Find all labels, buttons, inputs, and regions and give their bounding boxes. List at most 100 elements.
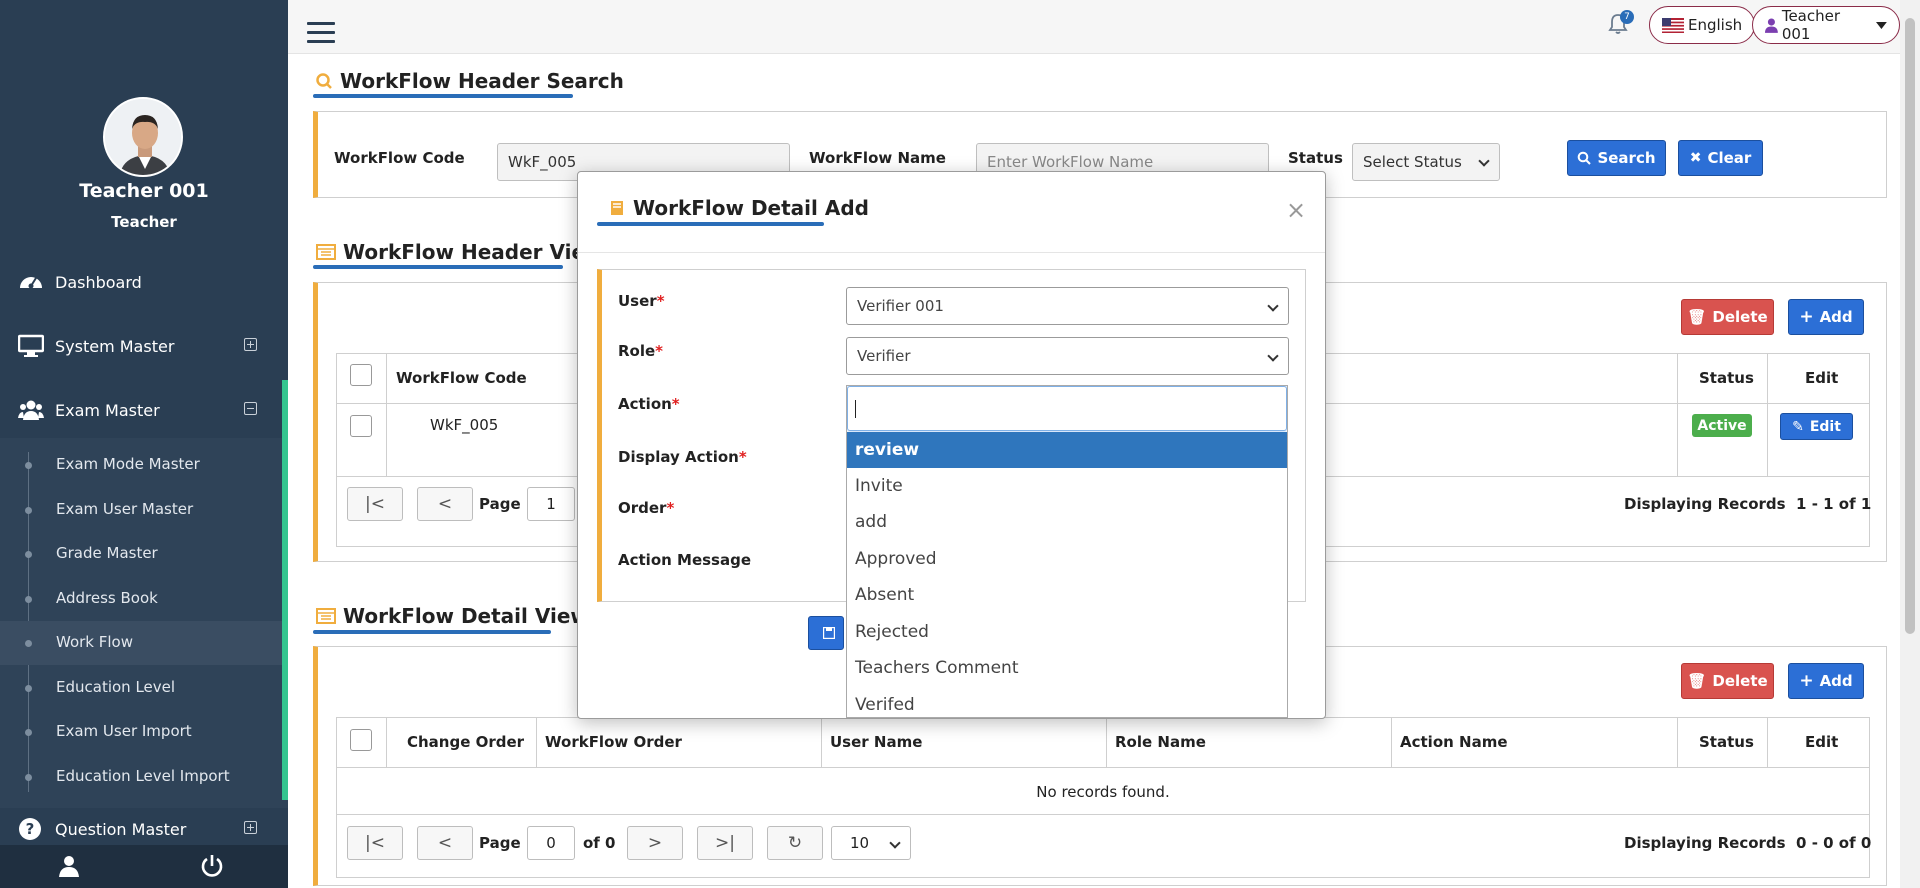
label-text: Action [618, 395, 672, 413]
action-option[interactable]: Absent [847, 577, 1287, 613]
page-number-input[interactable]: 0 [527, 826, 575, 860]
column-header-status: Status [1699, 733, 1754, 751]
action-option[interactable]: review [847, 432, 1287, 468]
plus-icon: + [1799, 671, 1814, 691]
table-divider [386, 354, 387, 476]
page-label: Page [479, 834, 521, 852]
label-text: Order [618, 499, 667, 517]
search-button[interactable]: Search [1567, 140, 1666, 176]
sidebar-item-label: System Master [55, 336, 175, 356]
submenu-item-work-flow[interactable]: Work Flow [0, 621, 282, 665]
action-option[interactable]: Teachers Comment [847, 650, 1287, 686]
section-title-text: WorkFlow Header Search [340, 69, 624, 93]
close-icon[interactable]: × [1286, 196, 1306, 224]
add-button-label: Add [1819, 672, 1853, 690]
action-option[interactable]: Invite [847, 468, 1287, 504]
modal-title-text: WorkFlow Detail Add [633, 196, 869, 220]
scrollbar-thumb[interactable] [1905, 18, 1915, 634]
column-header-edit: Edit [1805, 733, 1839, 751]
required-marker: * [671, 395, 680, 413]
table-divider [386, 718, 387, 767]
delete-button[interactable]: 🗑 Delete [1681, 299, 1774, 335]
add-button[interactable]: + Add [1788, 663, 1864, 699]
submenu-item-education-level-import[interactable]: Education Level Import [0, 755, 282, 799]
users-icon [18, 400, 44, 420]
chevron-down-icon [1478, 155, 1490, 167]
caret-down-icon [1876, 21, 1887, 29]
section-underline [313, 94, 573, 98]
header-view-section-title: WorkFlow Header View [316, 240, 603, 264]
submenu-item-exam-user-master[interactable]: Exam User Master [0, 488, 282, 532]
page-size-select[interactable]: 10 [831, 826, 911, 860]
notification-badge: 7 [1620, 10, 1634, 24]
refresh-icon[interactable]: ↻ [767, 826, 823, 860]
sidebar-item-dashboard[interactable]: Dashboard [0, 254, 288, 310]
save-button[interactable] [808, 616, 844, 650]
select-all-checkbox[interactable] [350, 364, 372, 386]
action-option[interactable]: add [847, 504, 1287, 540]
delete-button[interactable]: 🗑 Delete [1681, 663, 1774, 699]
prev-page-button[interactable]: < [417, 487, 473, 521]
last-page-button[interactable]: >| [697, 826, 753, 860]
first-page-button[interactable]: |< [347, 487, 403, 521]
page-number-input[interactable]: 1 [527, 487, 575, 521]
plus-icon: + [1799, 307, 1814, 327]
page-size-value: 10 [850, 834, 870, 852]
first-page-button[interactable]: |< [347, 826, 403, 860]
collapse-icon[interactable] [244, 402, 257, 415]
action-dropdown[interactable]: review Invite add Approved Absent Reject… [846, 385, 1288, 718]
role-select[interactable]: Verifier [846, 337, 1289, 375]
action-search-input[interactable] [847, 386, 1287, 431]
clear-button-label: Clear [1707, 149, 1752, 167]
row-checkbox[interactable] [350, 415, 372, 437]
add-button[interactable]: + Add [1788, 299, 1864, 335]
sidebar-footer [0, 845, 288, 888]
status-select-value: Select Status [1363, 153, 1462, 171]
action-option[interactable]: Verifed [847, 687, 1287, 717]
table-divider [1767, 718, 1768, 767]
action-option[interactable]: Approved [847, 541, 1287, 577]
column-header-action-name: Action Name [1400, 733, 1508, 751]
expand-icon[interactable] [244, 821, 257, 834]
action-field-label: Action* [618, 395, 680, 413]
submenu-item-exam-user-import[interactable]: Exam User Import [0, 710, 282, 754]
table-divider [1391, 718, 1392, 767]
chevron-down-icon [1267, 300, 1279, 312]
column-header-user-name: User Name [830, 733, 923, 751]
edit-button[interactable]: ✎ Edit [1780, 413, 1853, 440]
bullet-icon [25, 685, 32, 692]
next-page-button[interactable]: > [627, 826, 683, 860]
table-divider [337, 767, 1869, 768]
submenu-item-education-level[interactable]: Education Level [0, 666, 282, 710]
prev-page-button[interactable]: < [417, 826, 473, 860]
action-option[interactable]: Rejected [847, 614, 1287, 650]
delete-button-label: Delete [1712, 672, 1768, 690]
user-icon[interactable] [58, 855, 80, 877]
label-text: Role [618, 342, 656, 360]
action-message-field-label: Action Message [618, 551, 752, 569]
sidebar-item-exam-master[interactable]: Exam Master [0, 382, 288, 438]
submenu-item-exam-mode-master[interactable]: Exam Mode Master [0, 443, 282, 487]
status-select[interactable]: Select Status [1352, 143, 1500, 181]
user-select[interactable]: Verifier 001 [846, 287, 1289, 325]
select-all-checkbox[interactable] [350, 729, 372, 751]
language-selector[interactable]: English [1649, 6, 1756, 44]
power-icon[interactable] [200, 854, 224, 878]
column-header-workflow-order: WorkFlow Order [545, 733, 682, 751]
submenu-item-address-book[interactable]: Address Book [0, 577, 282, 621]
submenu-item-label: Grade Master [56, 544, 158, 562]
role-select-value: Verifier [857, 347, 911, 365]
sidebar-item-label: Dashboard [55, 272, 142, 292]
page-scrollbar[interactable] [1900, 0, 1920, 888]
section-title-text: WorkFlow Header View [343, 240, 604, 264]
hamburger-menu-icon[interactable] [307, 22, 335, 46]
detail-table: Change Order WorkFlow Order User Name Ro… [336, 717, 1871, 878]
required-marker: * [656, 292, 665, 310]
expand-icon[interactable] [244, 338, 257, 351]
submenu-item-grade-master[interactable]: Grade Master [0, 532, 282, 576]
sidebar-item-system-master[interactable]: System Master [0, 318, 288, 374]
user-menu[interactable]: Teacher 001 [1752, 6, 1900, 44]
table-divider [337, 814, 1869, 815]
active-section-indicator [282, 380, 288, 800]
clear-button[interactable]: ✖ Clear [1678, 140, 1763, 176]
